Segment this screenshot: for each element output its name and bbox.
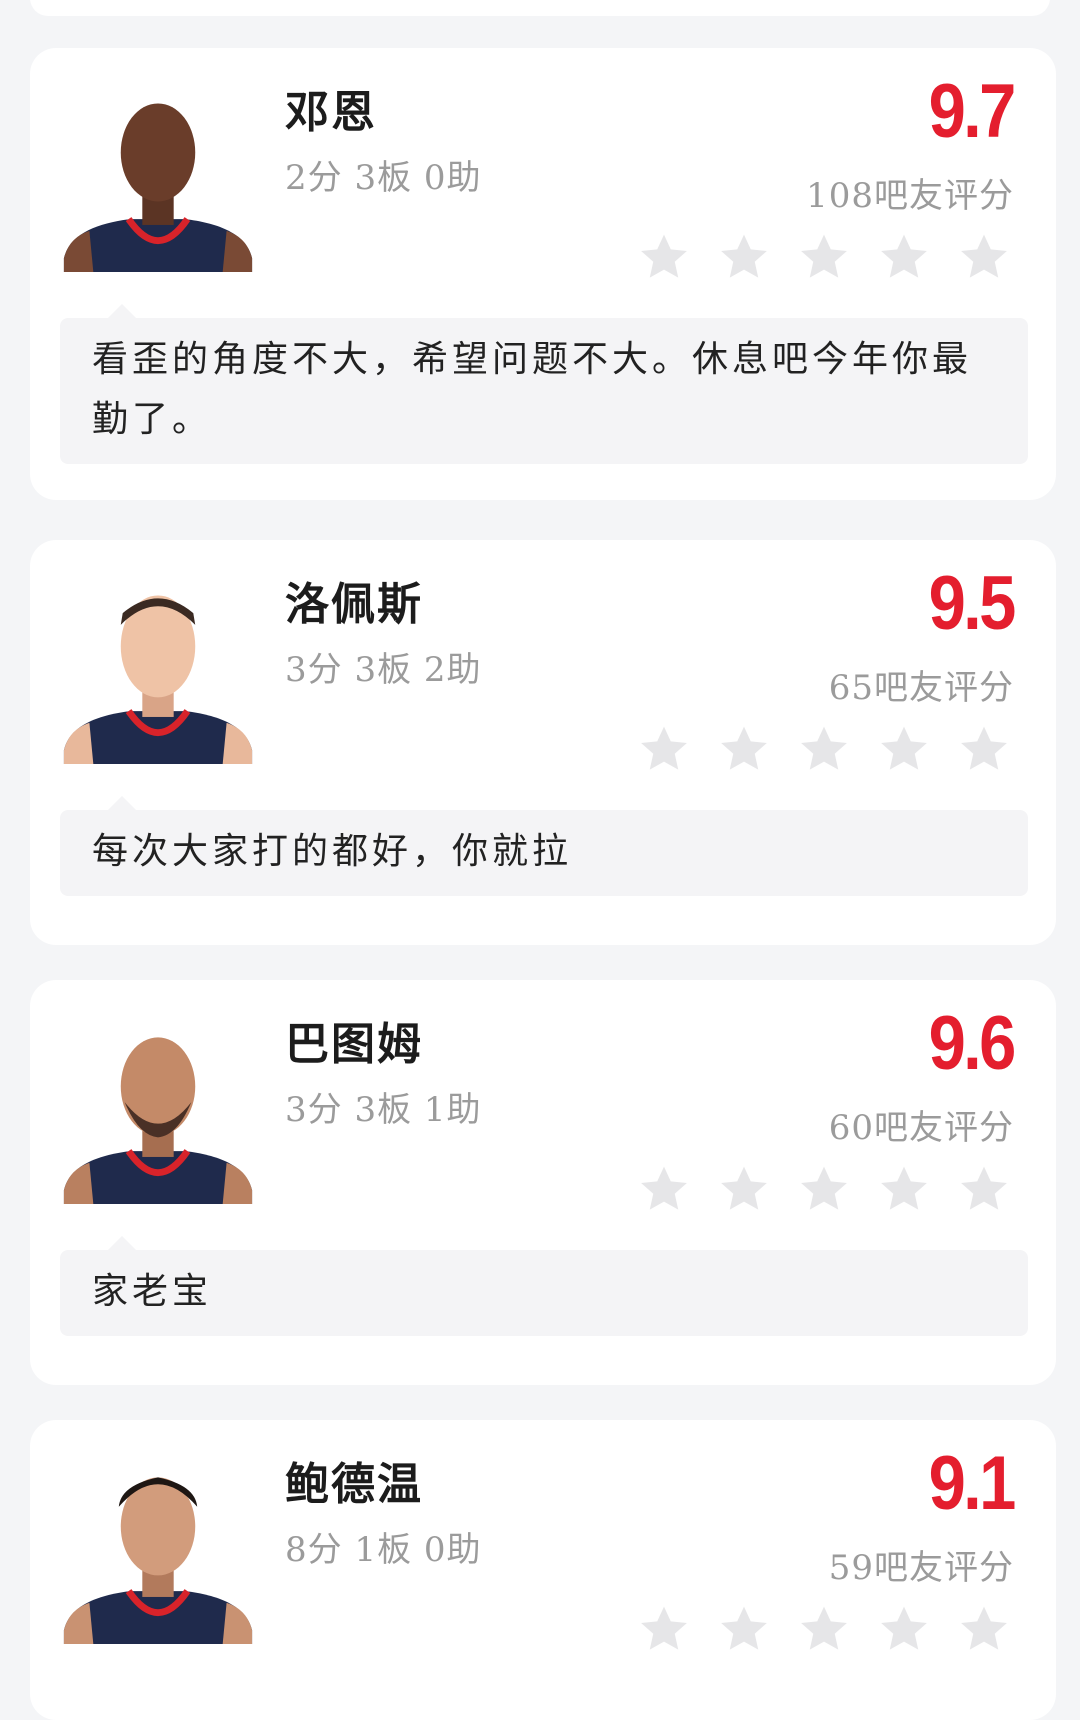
rating-count: 65吧友评分 xyxy=(828,668,1014,708)
player-avatar xyxy=(63,1037,253,1204)
player-rating-card[interactable]: 巴图姆 3分 3板 1助 9.6 60吧友评分 家老宝 xyxy=(30,980,1056,1385)
star-icon[interactable] xyxy=(796,230,852,286)
rating-count: 59吧友评分 xyxy=(828,1548,1014,1588)
player-name: 鲍德温 xyxy=(285,1459,423,1510)
star-icon[interactable] xyxy=(956,722,1012,778)
comment-bubble[interactable]: 家老宝 xyxy=(60,1236,1028,1336)
star-icon[interactable] xyxy=(636,230,692,286)
player-stats: 8分 1板 0助 xyxy=(285,1530,482,1570)
comment-bubble[interactable]: 看歪的角度不大，希望问题不大。休息吧今年你最勤了。 xyxy=(60,304,1028,464)
star-icon[interactable] xyxy=(716,1602,772,1658)
star-icon[interactable] xyxy=(956,230,1012,286)
star-icon[interactable] xyxy=(636,1602,692,1658)
star-rating[interactable] xyxy=(636,230,1012,286)
star-icon[interactable] xyxy=(796,722,852,778)
star-icon[interactable] xyxy=(716,722,772,778)
comment-bubble[interactable]: 每次大家打的都好，你就拉 xyxy=(60,796,1028,896)
star-rating[interactable] xyxy=(636,722,1012,778)
star-icon[interactable] xyxy=(716,1162,772,1218)
rating-count: 108吧友评分 xyxy=(806,176,1014,216)
player-avatar xyxy=(63,1477,253,1644)
star-icon[interactable] xyxy=(636,1162,692,1218)
player-rating-card[interactable]: 邓恩 2分 3板 0助 9.7 108吧友评分 看歪的角度不大，希望问题不大。休… xyxy=(30,48,1056,500)
comment-text: 家老宝 xyxy=(92,1271,213,1312)
star-rating[interactable] xyxy=(636,1602,1012,1658)
star-icon[interactable] xyxy=(716,230,772,286)
star-icon[interactable] xyxy=(876,722,932,778)
player-rating-card[interactable]: 鲍德温 8分 1板 0助 9.1 59吧友评分 xyxy=(30,1420,1056,1720)
player-avatar xyxy=(63,103,253,272)
comment-text: 每次大家打的都好，你就拉 xyxy=(92,831,573,872)
player-name: 巴图姆 xyxy=(285,1019,423,1070)
player-score: 9.1 xyxy=(928,1441,1017,1526)
player-score: 9.7 xyxy=(928,69,1017,154)
player-avatar xyxy=(63,595,253,764)
previous-card-edge xyxy=(30,0,1050,16)
player-score: 9.6 xyxy=(928,1001,1017,1086)
star-icon[interactable] xyxy=(796,1602,852,1658)
comment-text: 看歪的角度不大，希望问题不大。休息吧今年你最勤了。 xyxy=(92,339,973,440)
star-icon[interactable] xyxy=(636,722,692,778)
player-stats: 3分 3板 2助 xyxy=(285,650,482,690)
star-icon[interactable] xyxy=(876,1602,932,1658)
star-icon[interactable] xyxy=(876,230,932,286)
star-icon[interactable] xyxy=(796,1162,852,1218)
player-stats: 2分 3板 0助 xyxy=(285,158,482,198)
rating-count: 60吧友评分 xyxy=(828,1108,1014,1148)
player-stats: 3分 3板 1助 xyxy=(285,1090,482,1130)
player-score: 9.5 xyxy=(928,561,1017,646)
star-icon[interactable] xyxy=(876,1162,932,1218)
star-rating[interactable] xyxy=(636,1162,1012,1218)
player-name: 邓恩 xyxy=(285,87,377,138)
player-name: 洛佩斯 xyxy=(285,579,423,630)
star-icon[interactable] xyxy=(956,1602,1012,1658)
player-rating-card[interactable]: 洛佩斯 3分 3板 2助 9.5 65吧友评分 每次大家打的都好，你就拉 xyxy=(30,540,1056,945)
star-icon[interactable] xyxy=(956,1162,1012,1218)
